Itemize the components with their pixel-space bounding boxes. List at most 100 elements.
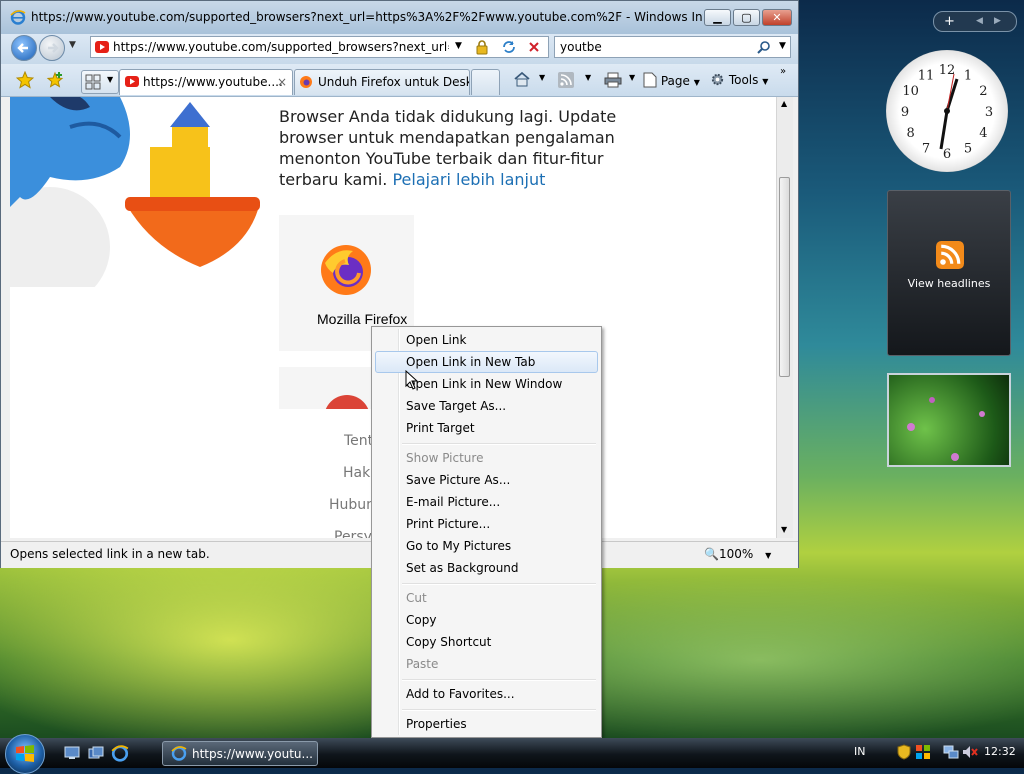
menu-item-save-picture[interactable]: Save Picture As... (375, 469, 598, 491)
menu-item-show-picture[interactable]: Show Picture (375, 447, 598, 469)
history-dropdown-icon[interactable]: ▼ (69, 40, 76, 50)
stop-icon[interactable] (527, 40, 541, 54)
forward-button[interactable] (39, 35, 65, 61)
lock-icon[interactable] (474, 39, 490, 55)
print-icon[interactable] (604, 72, 622, 88)
mouse-cursor-icon (405, 370, 419, 390)
clock-numeral: 5 (964, 141, 972, 156)
next-icon[interactable]: ▶ (994, 16, 1001, 26)
tools-menu[interactable]: Tools ▼ (710, 72, 768, 87)
prev-icon[interactable]: ◀ (976, 16, 983, 26)
page-icon (643, 72, 657, 88)
ie-icon[interactable] (111, 744, 129, 762)
close-button[interactable]: ✕ (762, 9, 792, 26)
maximize-button[interactable]: ▢ (733, 9, 760, 26)
search-icon[interactable] (757, 40, 771, 54)
language-indicator[interactable]: IN (854, 745, 865, 758)
menu-item-open-link[interactable]: Open Link (375, 329, 598, 351)
close-icon: ✕ (772, 11, 782, 24)
sidebar-controls[interactable]: + ◀ ▶ (933, 11, 1017, 32)
clock-numeral: 9 (901, 105, 909, 120)
footer-link[interactable]: Hubun (329, 497, 375, 513)
feed-headlines-gadget[interactable]: View headlines (887, 190, 1011, 356)
clock-time[interactable]: 12:32 (984, 745, 1016, 758)
search-dropdown-icon[interactable]: ▼ (779, 41, 786, 51)
clock-numeral: 11 (918, 69, 935, 84)
back-button[interactable] (11, 35, 37, 61)
menu-separator (402, 583, 596, 585)
windows-update-icon[interactable] (915, 744, 931, 760)
clock-gadget[interactable]: 12 1 2 3 4 5 6 7 8 9 10 11 (886, 50, 1008, 172)
scroll-up-icon[interactable]: ▲ (781, 99, 787, 108)
switch-windows-icon[interactable] (88, 746, 104, 760)
unsupported-illustration (10, 97, 260, 287)
home-icon[interactable] (513, 71, 531, 87)
favorites-star-icon[interactable] (16, 71, 34, 89)
tab-label: https://www.youtube.... (143, 75, 283, 89)
menu-item-set-as-background[interactable]: Set as Background (375, 557, 598, 579)
footer-link[interactable]: Tent (344, 433, 373, 449)
minimize-button[interactable]: ▁ (704, 9, 731, 26)
clock-numeral: 1 (964, 69, 972, 84)
home-dropdown-icon[interactable]: ▼ (539, 73, 545, 82)
start-button[interactable] (5, 734, 45, 774)
menu-item-go-to-my-pictures[interactable]: Go to My Pictures (375, 535, 598, 557)
network-icon[interactable] (943, 744, 959, 760)
clock-numeral: 8 (906, 126, 914, 141)
address-dropdown-icon[interactable]: ▼ (455, 41, 462, 51)
clock-numeral: 12 (939, 63, 956, 78)
feeds-dropdown-icon[interactable]: ▼ (585, 73, 591, 82)
taskbar-ie-label: https://www.youtu... (192, 747, 313, 761)
menu-item-print-target[interactable]: Print Target (375, 417, 598, 439)
youtube-icon (95, 41, 109, 53)
search-input[interactable]: youtbe (560, 40, 602, 54)
forward-icon (48, 43, 59, 53)
menu-item-print-picture[interactable]: Print Picture... (375, 513, 598, 535)
menu-item-email-picture[interactable]: E-mail Picture... (375, 491, 598, 513)
tab-close-icon[interactable]: × (277, 70, 287, 94)
add-favorites-icon[interactable] (46, 71, 64, 89)
scrollbar-thumb[interactable] (779, 177, 790, 377)
menu-item-save-target[interactable]: Save Target As... (375, 395, 598, 417)
chevron-icon[interactable]: » (780, 66, 786, 77)
status-text: Opens selected link in a new tab. (10, 547, 210, 561)
scroll-down-icon[interactable]: ▼ (781, 525, 787, 534)
new-tab-button[interactable] (471, 69, 500, 95)
menu-item-properties[interactable]: Properties (375, 713, 598, 735)
add-gadget-icon[interactable]: + (944, 14, 955, 29)
footer-link[interactable]: Hak (343, 465, 370, 481)
page-menu[interactable]: Page ▼ (643, 72, 700, 88)
zoom-control[interactable]: 🔍100% ▼ (704, 547, 771, 561)
ie-icon (10, 10, 26, 25)
search-box[interactable]: youtbe ▼ (554, 36, 791, 58)
tab-youtube[interactable]: https://www.youtube.... × (119, 69, 293, 95)
slideshow-gadget[interactable] (887, 373, 1011, 467)
menu-item-copy[interactable]: Copy (375, 609, 598, 631)
menu-item-add-to-favorites[interactable]: Add to Favorites... (375, 683, 598, 705)
vertical-scrollbar[interactable]: ▲ ▼ (776, 97, 793, 538)
security-shield-icon[interactable] (897, 744, 911, 760)
clock-numeral: 10 (902, 84, 919, 99)
youtube-icon (125, 76, 139, 87)
menu-separator (402, 709, 596, 711)
menu-separator (402, 443, 596, 445)
menu-item-copy-shortcut[interactable]: Copy Shortcut (375, 631, 598, 653)
menu-item-cut[interactable]: Cut (375, 587, 598, 609)
tab-firefox[interactable]: Unduh Firefox untuk Desk... (294, 69, 470, 95)
taskbar-ie-button[interactable]: https://www.youtu... (162, 741, 318, 766)
print-dropdown-icon[interactable]: ▼ (629, 73, 635, 82)
show-desktop-icon[interactable] (64, 746, 80, 760)
menu-item-paste[interactable]: Paste (375, 653, 598, 675)
ie-icon (171, 746, 187, 761)
firefox-icon (300, 76, 312, 88)
volume-muted-icon[interactable] (962, 744, 978, 760)
chrome-icon (324, 395, 370, 409)
quick-tabs-button[interactable]: ▼ (81, 70, 119, 94)
tab-label: Unduh Firefox untuk Desk... (318, 75, 470, 89)
address-bar[interactable]: https://www.youtube.com/supported_browse… (90, 36, 549, 58)
learn-more-link[interactable]: Pelajari lebih lanjut (392, 170, 545, 189)
title-bar[interactable]: https://www.youtube.com/supported_browse… (1, 1, 798, 34)
back-icon (17, 43, 28, 53)
refresh-icon[interactable] (501, 39, 517, 55)
rss-icon[interactable] (558, 72, 574, 88)
